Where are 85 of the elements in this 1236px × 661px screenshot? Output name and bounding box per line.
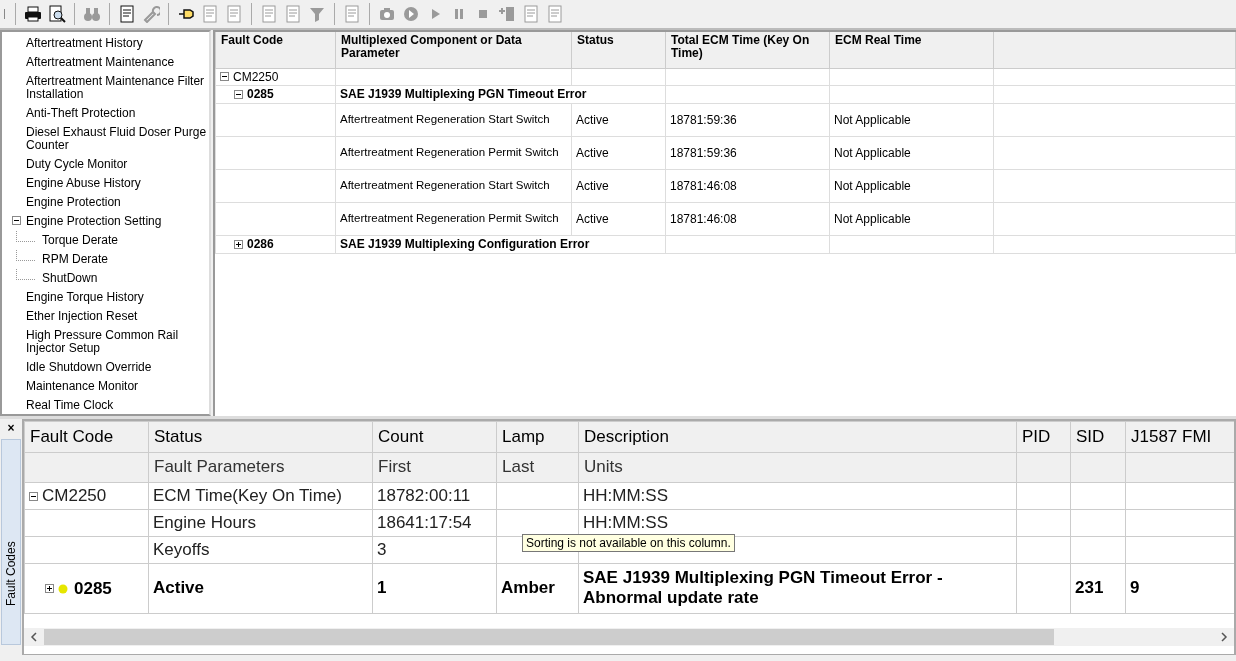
sidebar-item[interactable]: Ether Injection Reset <box>26 309 138 323</box>
table-cell: Not Applicable <box>834 112 911 127</box>
column-header[interactable]: Multiplexed Component or Data Parameter <box>335 31 572 69</box>
table-cell: CM2250 <box>233 69 279 84</box>
column-header[interactable]: Status <box>148 421 373 453</box>
collapse-toggle[interactable] <box>29 491 38 501</box>
column-subheader: Last <box>502 457 535 477</box>
table-cell-text: SAE J1939 Multiplexing PGN Timeout Error - Abnormal update rate <box>583 568 944 609</box>
expand-toggle[interactable] <box>45 584 54 594</box>
table-cell: ECM Time(Key On Time) <box>153 485 342 505</box>
table-cell: 18781:59:36 <box>670 112 737 127</box>
table-cell: Active <box>576 211 609 226</box>
table-cell: 0285 <box>74 578 112 599</box>
table-cell: HH:MM:SS <box>583 485 668 505</box>
table-cell: Keyoffs <box>153 539 210 559</box>
print-preview-icon[interactable] <box>46 2 68 25</box>
table-cell: 231 <box>1075 578 1104 598</box>
table-cell: SAE J1939 Multiplexing Configuration Error <box>340 237 590 252</box>
column-header[interactable]: PID <box>1016 421 1071 453</box>
column-subheader: Fault Parameters <box>154 457 285 477</box>
table-cell: 0286 <box>247 237 274 252</box>
table-cell-text: Aftertreatment Regeneration Start Switch <box>340 179 551 193</box>
sidebar-item[interactable]: Aftertreatment History <box>26 36 143 50</box>
sidebar-item[interactable]: Engine Torque History <box>26 290 144 304</box>
column-subheader: First <box>378 457 412 477</box>
table-cell: Engine Hours <box>153 512 256 532</box>
sidebar-item[interactable]: Engine Protection Setting <box>26 214 162 228</box>
close-button[interactable]: × <box>7 420 15 435</box>
scroll-left-icon[interactable] <box>30 632 38 643</box>
sidebar-item[interactable]: Engine Abuse History <box>26 176 141 190</box>
table-cell: 18781:46:08 <box>670 178 737 193</box>
sidebar-item[interactable]: Torque Derate <box>42 233 119 247</box>
sidebar-item[interactable]: Aftertreatment Maintenance Filter Installation <box>26 74 209 101</box>
column-header[interactable]: Status <box>571 31 666 69</box>
table-cell: Active <box>576 112 609 127</box>
sidebar-item[interactable]: Diesel Exhaust Fluid Doser Purge Counter <box>26 125 209 152</box>
sidebar-item[interactable]: Real Time Clock <box>26 398 114 412</box>
table-cell: 18641:17:54 <box>377 512 472 532</box>
table-cell: HH:MM:SS <box>583 512 668 532</box>
sidebar-item[interactable]: Duty Cycle Monitor <box>26 157 128 171</box>
table-cell: Not Applicable <box>834 145 911 160</box>
table-cell: Amber <box>501 578 555 598</box>
table-cell: 18781:46:08 <box>670 211 737 226</box>
sidebar-item[interactable]: Engine Protection <box>26 195 121 209</box>
collapse-toggle[interactable] <box>234 89 243 99</box>
column-header[interactable]: Description <box>578 421 1017 453</box>
column-header[interactable]: Total ECM Time (Key On Time) <box>665 31 830 69</box>
table-cell-text: Aftertreatment Regeneration Permit Switch <box>340 212 560 226</box>
table-cell: 0285 <box>247 87 274 102</box>
table-cell-text: Aftertreatment Regeneration Permit Switch <box>340 146 560 160</box>
column-subheader: Units <box>584 457 623 477</box>
table-cell: 1 <box>377 578 387 598</box>
column-header[interactable]: SID <box>1070 421 1126 453</box>
table-cell-text: Aftertreatment Regeneration Start Switch <box>340 113 551 127</box>
sidebar-item[interactable]: ShutDown <box>42 271 98 285</box>
table-cell: 9 <box>1130 578 1140 598</box>
column-header[interactable]: Lamp <box>496 421 579 453</box>
scroll-right-icon[interactable] <box>1220 632 1228 643</box>
column-header[interactable]: Count <box>372 421 497 453</box>
table-cell: Active <box>153 578 205 598</box>
column-header[interactable]: J1587 FMI <box>1125 421 1234 453</box>
table-cell: Active <box>576 178 609 193</box>
sidebar-item[interactable]: Anti-Theft Protection <box>26 106 136 120</box>
column-header[interactable]: Fault Code <box>215 31 336 69</box>
tooltip: Sorting is not available on this column. <box>522 533 735 552</box>
collapse-toggle[interactable] <box>220 72 229 82</box>
column-header[interactable]: ECM Real Time <box>829 31 994 69</box>
table-cell: Active <box>576 145 609 160</box>
sidebar-item[interactable]: High Pressure Common Rail Injector Setup <box>26 328 209 355</box>
table-cell: 3 <box>377 539 387 559</box>
sidebar-item[interactable]: Aftertreatment Maintenance <box>26 55 175 69</box>
horizontal-scrollbar[interactable] <box>24 628 1234 647</box>
table-cell: 18782:00:11 <box>377 485 471 505</box>
table-cell: Not Applicable <box>834 211 911 226</box>
table-cell: CM2250 <box>42 486 107 507</box>
collapse-toggle[interactable] <box>12 215 21 225</box>
vertical-tab[interactable]: Fault Codes <box>1 438 21 646</box>
expand-toggle[interactable] <box>234 239 243 249</box>
sidebar-item[interactable]: Maintenance Monitor <box>26 379 139 393</box>
table-cell: Not Applicable <box>834 178 911 193</box>
table-cell: 18781:59:36 <box>670 145 737 160</box>
table-cell: SAE J1939 Multiplexing PGN Timeout Error <box>340 87 587 102</box>
sidebar-item[interactable]: Idle Shutdown Override <box>26 360 152 374</box>
column-header[interactable]: Fault Code <box>24 421 149 453</box>
sidebar-item[interactable]: RPM Derate <box>42 252 109 266</box>
